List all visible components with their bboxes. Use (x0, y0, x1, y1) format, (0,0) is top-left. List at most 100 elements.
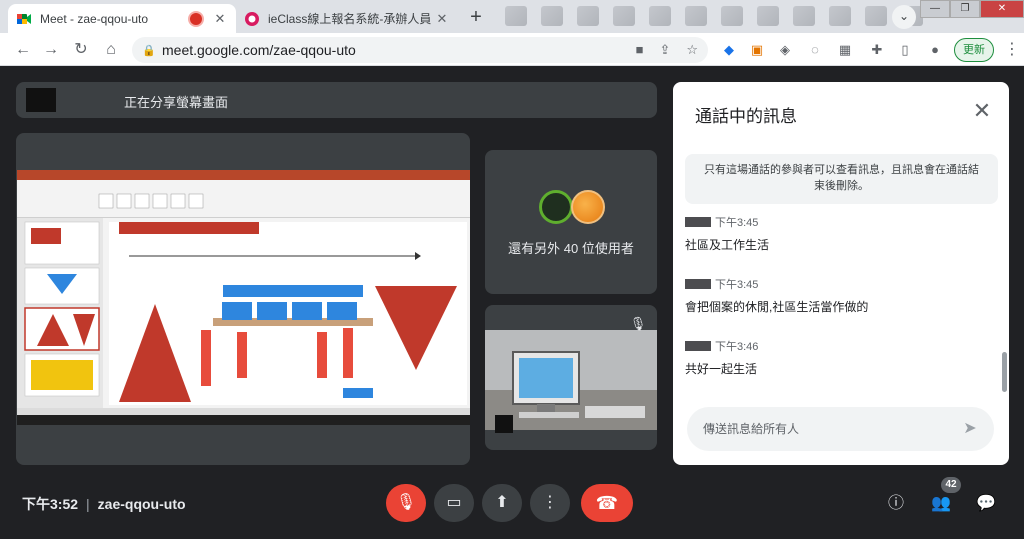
extension-icon[interactable]: ◌ (806, 41, 824, 59)
others-count-label: 還有另外 40 位使用者 (508, 241, 634, 256)
minimize-icon[interactable]: — (920, 0, 950, 18)
bookmark-icon[interactable] (757, 6, 779, 26)
maximize-icon[interactable]: ❐ (950, 0, 980, 18)
chat-input[interactable] (703, 419, 953, 439)
message-time: 下午3:45 (715, 217, 759, 229)
reload-icon[interactable]: ↻ (70, 39, 92, 61)
profile-icon[interactable]: ● (926, 41, 944, 59)
message-time: 下午3:46 (715, 341, 759, 353)
bookmark-icon[interactable] (613, 6, 635, 26)
present-button[interactable]: ⬆ (482, 484, 522, 522)
bookmark-icon[interactable] (793, 6, 815, 26)
tab-title: Meet - zae-qqou-uto (40, 11, 149, 26)
meet-icon (17, 13, 31, 24)
puzzle-icon[interactable]: ✚ (868, 41, 886, 59)
bookmark-icon[interactable] (829, 6, 851, 26)
videocam-icon: ▭ (446, 494, 462, 511)
tab-title: ieClass線上報名系統-承辦人員 (268, 12, 432, 26)
lock-icon: 🔒 (142, 44, 156, 57)
shared-screen (17, 170, 470, 425)
window-controls: — ❐ ✕ (920, 0, 1024, 18)
people-button[interactable]: 👥 (927, 490, 955, 518)
chat-scrollbar[interactable] (1002, 352, 1007, 392)
more-vert-icon[interactable]: ⋮ (1004, 39, 1020, 61)
participant-name (495, 415, 513, 433)
other-participants-tile[interactable]: 還有另外 40 位使用者 (485, 150, 657, 294)
bookmark-icon[interactable] (505, 6, 527, 26)
tab-ieclass[interactable]: ieClass線上報名系統-承辦人員 ✕ (236, 4, 458, 33)
bookmark-icon[interactable] (649, 6, 671, 26)
mic-off-icon: 🎙 (629, 316, 647, 331)
browser-toolbar: ← → ↻ ⌂ 🔒 meet.google.com/zae-qqou-uto ■… (0, 33, 1024, 66)
participant-count-badge: 42 (941, 477, 961, 493)
chat-panel: 通話中的訊息 ✕ 只有這場通話的參與者可以查看訊息，且訊息會在通話結束後刪除。 … (673, 82, 1009, 465)
presenting-banner: 正在分享螢幕畫面 (16, 82, 657, 118)
sender-name (685, 217, 711, 227)
extension-icon[interactable]: ◈ (776, 41, 794, 59)
extension-icon[interactable]: ▣ (748, 41, 766, 59)
more-vert-icon: ⋮ (542, 494, 558, 511)
meeting-info-button[interactable]: ⓘ (882, 490, 910, 518)
browser-tab-bar: Meet - zae-qqou-uto ✕ ieClass線上報名系統-承辦人員… (0, 0, 1024, 33)
chat-button[interactable]: 💬 (972, 490, 1000, 518)
share-icon[interactable]: ⇪ (659, 42, 670, 58)
chat-input-box[interactable]: ➤ (687, 407, 994, 451)
plus-icon[interactable]: + (462, 6, 490, 30)
chat-message: 下午3:45 社區及工作生活 (685, 214, 985, 253)
camera-icon[interactable]: ■ (636, 42, 644, 58)
close-icon[interactable]: ✕ (434, 11, 450, 27)
meeting-code: zae-qqou-uto (97, 496, 186, 512)
avatar (539, 190, 573, 224)
extension-icon[interactable]: ◆ (720, 41, 738, 59)
sender-name (685, 279, 711, 289)
bookmark-icon[interactable] (685, 6, 707, 26)
mic-toggle-button[interactable]: 🎙 (386, 484, 426, 522)
chat-message: 下午3:46 共好一起生活 (685, 338, 985, 377)
chat-notice: 只有這場通話的參與者可以查看訊息，且訊息會在通話結束後刪除。 (685, 154, 998, 204)
message-time: 下午3:45 (715, 279, 759, 291)
bookmark-icon[interactable] (721, 6, 743, 26)
chevron-down-icon[interactable]: ⌄ (892, 5, 916, 29)
present-screen-icon: ⬆ (495, 494, 509, 511)
chat-title: 通話中的訊息 (695, 107, 797, 126)
bookmark-icon[interactable] (541, 6, 563, 26)
info-icon: ⓘ (887, 495, 904, 512)
tab-meet[interactable]: Meet - zae-qqou-uto ✕ (8, 4, 236, 33)
close-icon[interactable]: ✕ (969, 98, 995, 124)
send-icon[interactable]: ➤ (960, 419, 980, 439)
message-text: 共好一起生活 (685, 362, 758, 376)
hang-up-icon: ☎ (595, 493, 619, 513)
avatar (571, 190, 605, 224)
meeting-time: 下午3:52 (22, 496, 79, 512)
home-icon[interactable]: ⌂ (100, 39, 122, 61)
sender-name (685, 341, 711, 351)
meeting-details: 下午3:52 | zae-qqou-uto (22, 494, 186, 514)
back-arrow-icon[interactable]: ← (12, 39, 34, 61)
close-icon[interactable]: ✕ (212, 11, 228, 27)
more-options-button[interactable]: ⋮ (530, 484, 570, 522)
update-button[interactable]: 更新 (954, 38, 994, 62)
camera-toggle-button[interactable]: ▭ (434, 484, 474, 522)
mic-off-icon: 🎙 (395, 494, 417, 511)
message-text: 會把個案的休閒,社區生活當作做的 (685, 300, 869, 314)
side-panel-icon[interactable]: ▯ (896, 41, 914, 59)
divider: | (86, 496, 90, 512)
address-bar[interactable]: 🔒 meet.google.com/zae-qqou-uto ■ ⇪ ☆ (132, 37, 708, 63)
screen-share-tile[interactable] (16, 133, 470, 465)
star-icon[interactable]: ☆ (686, 42, 698, 58)
url-text: meet.google.com/zae-qqou-uto (162, 42, 356, 58)
people-icon: 👥 (931, 495, 951, 512)
self-video-tile[interactable]: 🎙 (485, 305, 657, 450)
leave-call-button[interactable]: ☎ (581, 484, 633, 522)
presenting-text: 正在分享螢幕畫面 (124, 95, 229, 110)
chat-message: 下午3:45 會把個案的休閒,社區生活當作做的 (685, 276, 985, 315)
message-text: 社區及工作生活 (685, 238, 770, 252)
chat-icon: 💬 (976, 495, 996, 512)
bookmark-icon[interactable] (577, 6, 599, 26)
window-close-icon[interactable]: ✕ (980, 0, 1024, 18)
extension-icon[interactable]: ▦ (836, 41, 854, 59)
presenter-avatar (26, 88, 56, 112)
recording-icon (190, 12, 202, 25)
bookmark-icon[interactable] (865, 6, 887, 26)
forward-arrow-icon[interactable]: → (40, 39, 62, 61)
